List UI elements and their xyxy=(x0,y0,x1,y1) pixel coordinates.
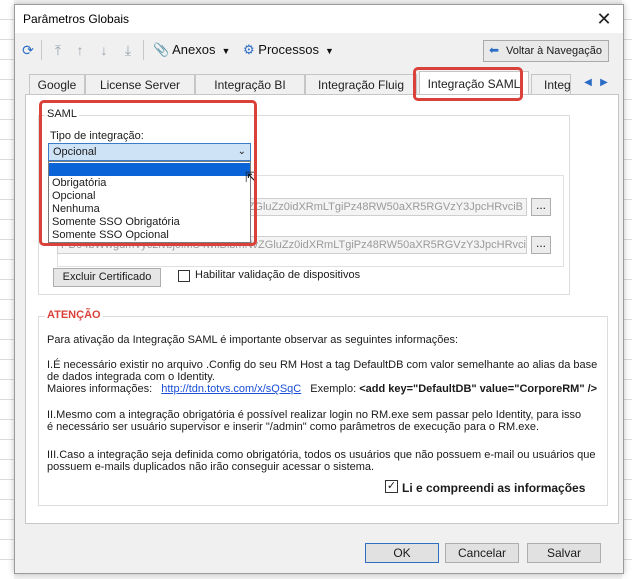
move-up-icon[interactable]: ↑ xyxy=(71,41,89,59)
certificate-1-text: ZGluZz0idXRmLTgiPz48RW50aXR5RGVzY3JpcHRv… xyxy=(247,201,523,213)
move-first-icon[interactable]: ⤒ xyxy=(49,41,67,59)
gear-icon: ⚙ xyxy=(243,42,255,57)
more-info-label: Maiores informações: xyxy=(47,383,153,395)
tab-integ-partial[interactable]: Integ xyxy=(531,74,571,94)
move-last-icon[interactable]: ⤓ xyxy=(119,41,137,59)
back-label: Voltar à Navegação xyxy=(506,45,603,57)
example-code: <add key="DefaultDB" value="CorporeRM" /… xyxy=(359,383,598,395)
atencao-item1-line1: I.É necessário existir no arquivo .Confi… xyxy=(47,359,598,371)
tab-strip: Google License Server Integração BI Inte… xyxy=(25,71,619,96)
browse-certificate-1-button[interactable]: ... xyxy=(531,198,551,216)
atencao-item3-line1: III.Caso a integração seja definida como… xyxy=(47,449,596,461)
dialog-window: Parâmetros Globais ✕ ⟳ ⤒ ↑ ↓ ⤓ 📎 Anexos ▼… xyxy=(14,4,624,574)
toolbar-separator xyxy=(143,40,144,60)
caret-down-icon: ▼ xyxy=(221,46,231,56)
toolbar-separator xyxy=(41,40,42,60)
atencao-more-info-row: Maiores informações: http://tdn.totvs.co… xyxy=(47,383,607,395)
processos-menu[interactable]: ⚙ Processos ▼ xyxy=(243,41,334,59)
atencao-item3-line2: possuem e-mails duplicados não irão cons… xyxy=(47,461,375,473)
habilitar-validacao-checkbox[interactable] xyxy=(178,270,190,282)
move-down-icon[interactable]: ↓ xyxy=(95,41,113,59)
atencao-item2-line1: II.Mesmo com a integração obrigatória é … xyxy=(47,409,582,421)
atencao-label: ATENÇÃO xyxy=(45,309,103,321)
tab-license-server[interactable]: License Server xyxy=(85,74,195,94)
back-arrow-icon: ⬅ xyxy=(489,43,500,57)
cancel-button[interactable]: Cancelar xyxy=(445,543,519,563)
tab-scroll-left-icon[interactable]: ◀ xyxy=(581,75,595,91)
background-sheet-left xyxy=(0,0,14,579)
example-label: Exemplo: xyxy=(310,383,357,395)
anexos-menu[interactable]: 📎 Anexos ▼ xyxy=(153,41,230,59)
tdn-link[interactable]: http://tdn.totvs.com/x/sQSqC xyxy=(161,383,301,395)
browse-certificate-2-button[interactable]: ... xyxy=(531,236,551,254)
close-icon[interactable]: ✕ xyxy=(593,8,615,30)
title-bar: Parâmetros Globais ✕ xyxy=(15,5,623,33)
refresh-icon[interactable]: ⟳ xyxy=(19,41,37,59)
tab-scroll-right-icon[interactable]: ▶ xyxy=(597,75,611,91)
save-button[interactable]: Salvar xyxy=(527,543,601,563)
atencao-item2-line2: é necessário ser usuário supervisor e in… xyxy=(47,421,540,433)
atencao-item1-line2: de dados integrada com o Identity. xyxy=(47,371,215,383)
anexos-label: Anexos xyxy=(172,42,216,57)
toolbar: ⟳ ⤒ ↑ ↓ ⤓ 📎 Anexos ▼ ⚙ Processos ▼ ⬅ Volta… xyxy=(15,35,623,65)
excluir-certificado-button[interactable]: Excluir Certificado xyxy=(53,268,161,287)
atencao-intro: Para ativação da Integração SAML é impor… xyxy=(47,334,459,346)
paperclip-icon: 📎 xyxy=(153,42,170,57)
acknowledge-label: Li e compreendi as informações xyxy=(402,481,586,495)
caret-down-icon: ▼ xyxy=(324,46,334,56)
tab-integracao-bi[interactable]: Integração BI xyxy=(195,74,305,94)
checkmark-icon: ✓ xyxy=(386,480,397,492)
habilitar-validacao-label: Habilitar validação de dispositivos xyxy=(195,269,361,281)
window-title: Parâmetros Globais xyxy=(23,12,130,26)
acknowledge-checkbox[interactable]: ✓ xyxy=(385,480,398,493)
tab-google[interactable]: Google xyxy=(29,74,85,94)
highlight-saml-tab xyxy=(413,67,523,101)
tab-integracao-fluig[interactable]: Integração Fluig xyxy=(305,74,417,94)
back-to-navigation-button[interactable]: ⬅ Voltar à Navegação xyxy=(483,40,609,62)
highlight-tipo-integracao xyxy=(39,100,257,246)
ok-button[interactable]: OK xyxy=(365,543,439,563)
processos-label: Processos xyxy=(258,42,319,57)
